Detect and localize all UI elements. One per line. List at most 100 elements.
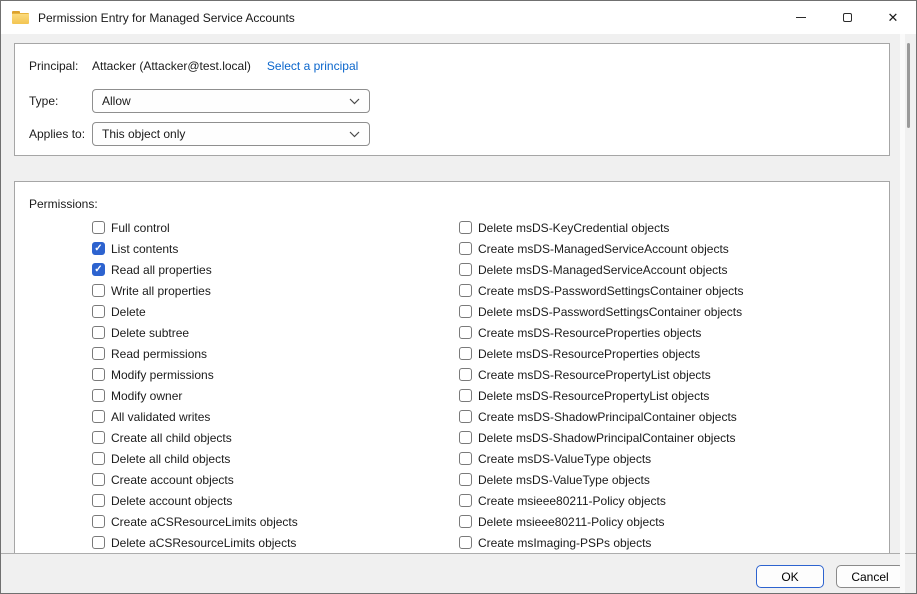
permission-label: Delete all child objects — [111, 452, 230, 466]
checkbox[interactable] — [92, 515, 105, 528]
checkbox[interactable] — [459, 326, 472, 339]
permissions-panel: Permissions: Full control List contents … — [14, 181, 890, 553]
checkbox[interactable] — [459, 494, 472, 507]
permission-label: Delete msDS-ResourcePropertyList objects — [478, 389, 709, 403]
checkbox[interactable] — [92, 452, 105, 465]
permission-label: All validated writes — [111, 410, 210, 424]
permission-label: List contents — [111, 242, 178, 256]
permission-row[interactable]: Create msieee80211-Policy objects — [459, 490, 743, 511]
type-select[interactable]: Allow — [92, 89, 370, 113]
permission-row[interactable]: Delete all child objects — [92, 448, 298, 469]
checkbox[interactable] — [459, 368, 472, 381]
permission-row[interactable]: Delete msDS-ManagedServiceAccount object… — [459, 259, 743, 280]
checkbox[interactable] — [92, 431, 105, 444]
applies-to-label: Applies to: — [29, 127, 92, 141]
checkbox[interactable] — [92, 389, 105, 402]
checkbox[interactable] — [92, 347, 105, 360]
titlebar: Permission Entry for Managed Service Acc… — [1, 1, 916, 34]
scrollbar[interactable] — [900, 34, 905, 593]
checkbox[interactable] — [459, 515, 472, 528]
checkbox[interactable] — [92, 410, 105, 423]
ok-button[interactable]: OK — [756, 565, 824, 588]
permission-row[interactable]: Create account objects — [92, 469, 298, 490]
cancel-button[interactable]: Cancel — [836, 565, 904, 588]
permissions-section-label: Permissions: — [29, 197, 98, 211]
checkbox[interactable] — [92, 242, 105, 255]
permission-label: Write all properties — [111, 284, 211, 298]
checkbox[interactable] — [459, 536, 472, 549]
permission-label: Delete msDS-ShadowPrincipalContainer obj… — [478, 431, 735, 445]
close-button[interactable]: ✕ — [870, 1, 916, 34]
permission-row[interactable]: Modify permissions — [92, 364, 298, 385]
permission-label: Delete msDS-ValueType objects — [478, 473, 650, 487]
permission-label: Create msDS-ResourceProperties objects — [478, 326, 701, 340]
permission-row[interactable]: Delete — [92, 301, 298, 322]
checkbox[interactable] — [459, 221, 472, 234]
permission-row[interactable]: Write all properties — [92, 280, 298, 301]
checkbox[interactable] — [459, 410, 472, 423]
permission-row[interactable]: Read permissions — [92, 343, 298, 364]
permission-row[interactable]: Create all child objects — [92, 427, 298, 448]
permission-row[interactable]: Delete msDS-PasswordSettingsContainer ob… — [459, 301, 743, 322]
checkbox[interactable] — [459, 284, 472, 297]
permission-row[interactable]: Create msDS-ValueType objects — [459, 448, 743, 469]
permission-row[interactable]: Read all properties — [92, 259, 298, 280]
permission-label: Delete msDS-ResourceProperties objects — [478, 347, 700, 361]
permission-label: Create msDS-ValueType objects — [478, 452, 651, 466]
permission-row[interactable]: List contents — [92, 238, 298, 259]
permission-row[interactable]: Delete msDS-ResourceProperties objects — [459, 343, 743, 364]
checkbox[interactable] — [459, 305, 472, 318]
checkbox[interactable] — [92, 473, 105, 486]
principal-value: Attacker (Attacker@test.local) — [92, 59, 251, 73]
checkbox[interactable] — [92, 368, 105, 381]
checkbox[interactable] — [459, 389, 472, 402]
permission-row[interactable]: Create msDS-ManagedServiceAccount object… — [459, 238, 743, 259]
permission-row[interactable]: Create msDS-ShadowPrincipalContainer obj… — [459, 406, 743, 427]
permission-label: Create msDS-ManagedServiceAccount object… — [478, 242, 729, 256]
permission-row[interactable]: Delete msDS-ShadowPrincipalContainer obj… — [459, 427, 743, 448]
permission-row[interactable]: Create msDS-PasswordSettingsContainer ob… — [459, 280, 743, 301]
permission-label: Read permissions — [111, 347, 207, 361]
folder-icon — [12, 11, 29, 24]
permission-label: Full control — [111, 221, 170, 235]
permission-row[interactable]: Delete msDS-ValueType objects — [459, 469, 743, 490]
permission-row[interactable]: Delete msDS-KeyCredential objects — [459, 217, 743, 238]
footer-separator — [1, 553, 916, 554]
permission-row[interactable]: Full control — [92, 217, 298, 238]
permission-row[interactable]: Create aCSResourceLimits objects — [92, 511, 298, 532]
checkbox[interactable] — [92, 326, 105, 339]
permission-row[interactable]: Create msDS-ResourcePropertyList objects — [459, 364, 743, 385]
permission-row[interactable]: Delete msDS-ResourcePropertyList objects — [459, 385, 743, 406]
minimize-button[interactable] — [778, 1, 824, 34]
checkbox[interactable] — [459, 242, 472, 255]
checkbox[interactable] — [459, 431, 472, 444]
permission-row[interactable]: Delete msieee80211-Policy objects — [459, 511, 743, 532]
permission-row[interactable]: Create msDS-ResourceProperties objects — [459, 322, 743, 343]
maximize-button[interactable] — [824, 1, 870, 34]
permission-row[interactable]: Delete subtree — [92, 322, 298, 343]
checkbox[interactable] — [92, 494, 105, 507]
permission-row[interactable]: Create msImaging-PSPs objects — [459, 532, 743, 553]
checkbox[interactable] — [459, 452, 472, 465]
permission-label: Delete account objects — [111, 494, 232, 508]
permission-label: Delete subtree — [111, 326, 189, 340]
checkbox[interactable] — [92, 221, 105, 234]
permission-row[interactable]: Delete aCSResourceLimits objects — [92, 532, 298, 553]
permission-row[interactable]: All validated writes — [92, 406, 298, 427]
checkbox[interactable] — [92, 263, 105, 276]
permission-label: Create account objects — [111, 473, 234, 487]
permission-row[interactable]: Modify owner — [92, 385, 298, 406]
checkbox[interactable] — [459, 473, 472, 486]
checkbox[interactable] — [92, 536, 105, 549]
checkbox[interactable] — [92, 284, 105, 297]
permission-row[interactable]: Delete account objects — [92, 490, 298, 511]
chevron-down-icon — [349, 98, 360, 105]
checkbox[interactable] — [92, 305, 105, 318]
applies-to-select[interactable]: This object only — [92, 122, 370, 146]
select-a-principal-link[interactable]: Select a principal — [267, 59, 358, 73]
permission-label: Create aCSResourceLimits objects — [111, 515, 298, 529]
scrollbar-thumb[interactable] — [907, 43, 910, 128]
permission-entry-dialog: Permission Entry for Managed Service Acc… — [0, 0, 917, 594]
checkbox[interactable] — [459, 347, 472, 360]
checkbox[interactable] — [459, 263, 472, 276]
